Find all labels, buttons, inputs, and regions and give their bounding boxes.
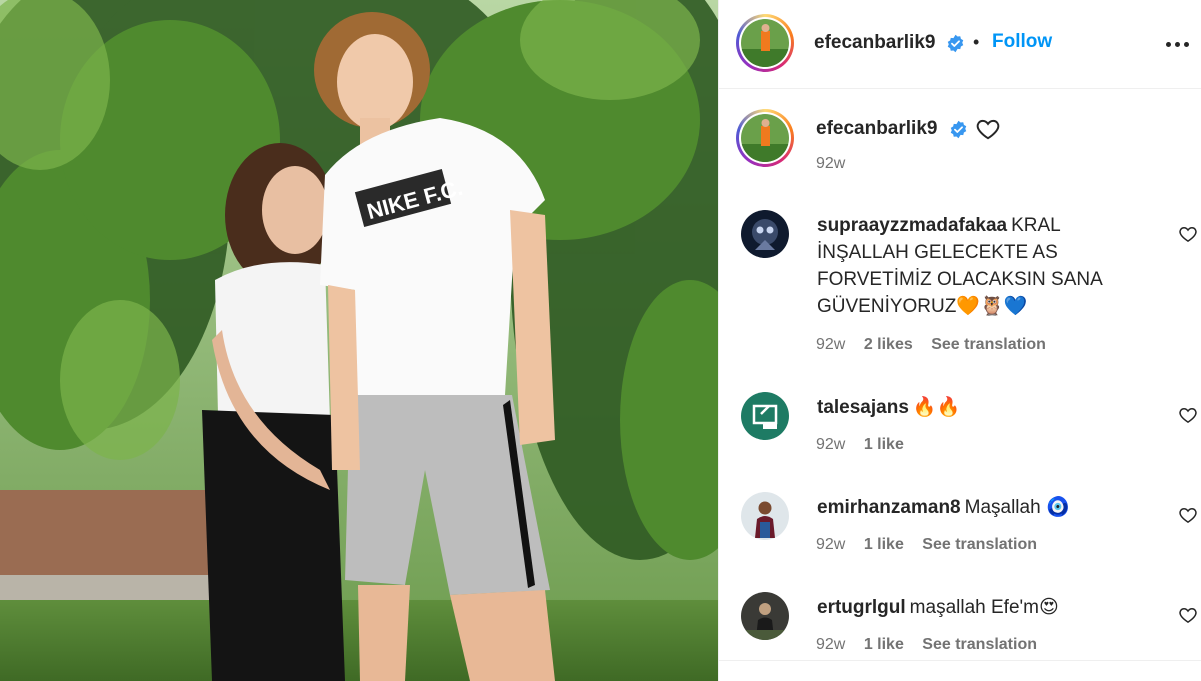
comment-timestamp: 92w bbox=[816, 536, 846, 553]
post-side-panel: efecanbarlik9 • Follow efecanbarlik9 92w… bbox=[718, 0, 1201, 681]
comment-like-icon[interactable] bbox=[1178, 605, 1198, 625]
post-header: efecanbarlik9 • Follow bbox=[719, 0, 1201, 89]
verified-badge-icon bbox=[950, 120, 967, 139]
comment-meta: 92w 1 like bbox=[816, 436, 918, 454]
comment-timestamp: 92w bbox=[816, 336, 846, 353]
see-translation-link[interactable]: See translation bbox=[922, 536, 1037, 553]
comment-like-icon[interactable] bbox=[1178, 405, 1198, 425]
comment-body: talesajans 🔥🔥 bbox=[817, 394, 1157, 421]
commenter-avatar[interactable] bbox=[741, 392, 789, 440]
comment-meta: 92w 1 like See translation bbox=[816, 636, 1037, 654]
comment-likes-count[interactable]: 2 likes bbox=[864, 336, 913, 353]
comment-timestamp: 92w bbox=[816, 636, 846, 653]
caption-username[interactable]: efecanbarlik9 bbox=[816, 118, 937, 140]
comment-meta: 92w 1 like See translation bbox=[816, 536, 1037, 554]
comment-like-icon[interactable] bbox=[1178, 224, 1198, 244]
comment-likes-count[interactable]: 1 like bbox=[864, 636, 904, 653]
comment-body: ertugrlgul maşallah Efe'm😍 bbox=[817, 594, 1157, 621]
follow-button[interactable]: Follow bbox=[992, 31, 1052, 53]
separator-dot: • bbox=[973, 32, 980, 52]
comment-username[interactable]: talesajans bbox=[817, 397, 909, 418]
comment-like-icon[interactable] bbox=[1178, 505, 1198, 525]
comment-text: 🔥🔥 bbox=[912, 397, 961, 418]
comment-body: supraayzzmadafakaa KRAL İNŞALLAH GELECEKT… bbox=[817, 212, 1157, 320]
more-options-icon[interactable] bbox=[1163, 30, 1191, 58]
commenter-avatar[interactable] bbox=[741, 210, 789, 258]
comment-text: Maşallah 🧿 bbox=[964, 497, 1070, 518]
see-translation-link[interactable]: See translation bbox=[922, 636, 1037, 653]
commenter-avatar[interactable] bbox=[741, 592, 789, 640]
verified-badge-icon bbox=[947, 34, 964, 53]
heart-icon[interactable] bbox=[975, 116, 1001, 142]
comment-text: maşallah Efe'm😍 bbox=[909, 597, 1059, 618]
caption-timestamp: 92w bbox=[816, 155, 846, 172]
comment-body: emirhanzaman8 Maşallah 🧿 bbox=[817, 494, 1157, 521]
comment-likes-count[interactable]: 1 like bbox=[864, 436, 904, 453]
comment-timestamp: 92w bbox=[816, 436, 846, 453]
caption-author-avatar[interactable] bbox=[736, 109, 794, 167]
comment-username[interactable]: supraayzzmadafakaa bbox=[817, 215, 1007, 236]
commenter-avatar[interactable] bbox=[741, 492, 789, 540]
author-avatar[interactable] bbox=[736, 14, 794, 72]
comment-username[interactable]: emirhanzaman8 bbox=[817, 497, 961, 518]
comment-likes-count[interactable]: 1 like bbox=[864, 536, 904, 553]
see-translation-link[interactable]: See translation bbox=[931, 336, 1046, 353]
comment-username[interactable]: ertugrlgul bbox=[817, 597, 906, 618]
comment-meta: 92w 2 likes See translation bbox=[816, 336, 1046, 354]
post-photo[interactable]: NIKE F.C. bbox=[0, 0, 718, 681]
divider bbox=[719, 660, 1201, 661]
author-username[interactable]: efecanbarlik9 bbox=[814, 32, 935, 54]
